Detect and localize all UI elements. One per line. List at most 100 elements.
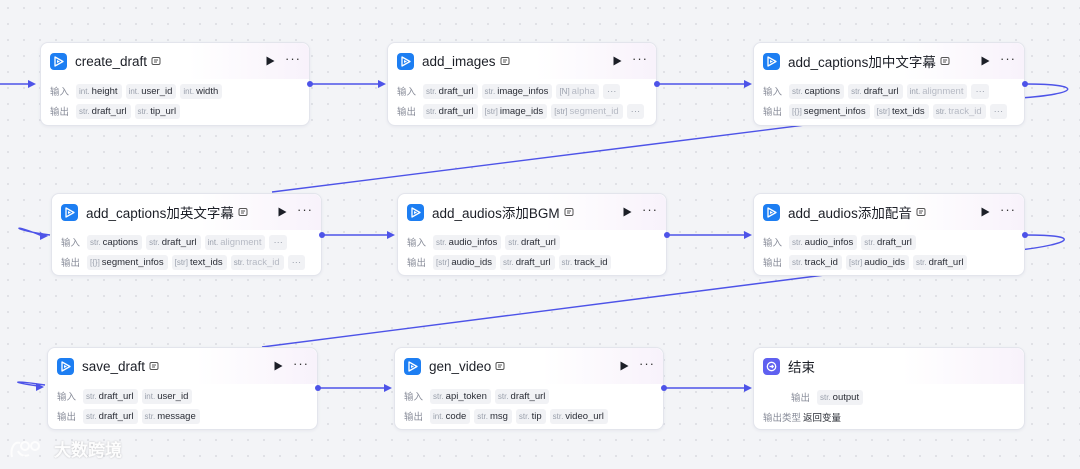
more-params-chip[interactable]: ··· [626, 103, 645, 119]
node-add-captions-en[interactable]: add_captions加英文字幕 ··· 输入 str. captions str. dr… [51, 193, 322, 276]
node-add-captions-cn[interactable]: add_captions加中文字幕 ··· 输入 str. captions str. dr… [753, 42, 1025, 126]
run-button[interactable] [620, 205, 634, 219]
node-add-audios-bgm[interactable]: add_audios添加BGM ··· 输入 str. audio_infos str. d… [397, 193, 667, 276]
end-icon [763, 357, 780, 375]
node-header: add_audios添加配音 ··· [754, 194, 1024, 230]
port-out[interactable] [315, 385, 321, 391]
param-name: segment_id [569, 105, 619, 117]
param-name: video_url [565, 410, 604, 422]
param-type: str. [79, 106, 90, 116]
param-type: str. [86, 391, 97, 401]
node-header: add_images ··· [388, 43, 656, 79]
port-out[interactable] [1022, 232, 1028, 238]
param-chip: [str] text_ids [873, 103, 929, 119]
more-params-chip[interactable]: ··· [989, 103, 1008, 119]
param-type: str. [552, 411, 564, 421]
input-row: 输入 str. captions str. draft_url int. alignment… [52, 232, 321, 252]
param-type: str. [792, 237, 803, 247]
param-name: draft_url [515, 256, 551, 268]
port-out[interactable] [664, 232, 670, 238]
node-save-draft[interactable]: save_draft ··· 输入 str. draft_url int. user_id 输… [47, 347, 318, 430]
more-button[interactable]: ··· [639, 357, 655, 373]
run-button[interactable] [978, 54, 992, 68]
plugin-icon [407, 203, 424, 221]
param-name: image_infos [497, 85, 549, 97]
node-end[interactable]: 结束 输出 str. output 输出类型 返回变量 [753, 347, 1025, 430]
param-type: [str] [848, 257, 863, 267]
watermark-logo-icon [10, 440, 40, 457]
arrowhead [36, 383, 44, 391]
param-chip: [str] text_ids [171, 254, 227, 270]
node-gen-video[interactable]: gen_video ··· 输入 str. api_token str. draft_url… [394, 347, 664, 430]
param-name: draft_url [928, 256, 964, 268]
param-chip: str. track_id [789, 254, 842, 270]
param-name: msg [489, 410, 508, 422]
param-name: alignment [220, 236, 262, 248]
param-type: str. [149, 237, 160, 247]
port-out[interactable] [1022, 81, 1028, 87]
param-chip: str. track_id [230, 254, 284, 270]
param-chip: [str] segment_id [551, 103, 623, 119]
param-chip: str. draft_url [423, 103, 478, 119]
cache-icon [149, 361, 159, 371]
run-button[interactable] [275, 205, 289, 219]
param-chip: int. alignment [906, 83, 968, 99]
node-add-images[interactable]: add_images ··· 输入 str. draft_url str. image_in… [387, 42, 657, 126]
param-type: str. [508, 237, 519, 247]
output-row-label: 输出 [61, 258, 81, 269]
output-row-label: 输出 [397, 107, 417, 118]
arrowhead [28, 80, 36, 88]
port-out[interactable] [319, 232, 325, 238]
param-name: draft_url [98, 410, 134, 422]
param-name: height [91, 85, 118, 97]
param-chip: int. width [180, 83, 223, 99]
param-name: track_id [574, 256, 608, 268]
more-params-chip[interactable]: ··· [287, 254, 306, 270]
node-title: add_captions加中文字幕 [788, 55, 936, 70]
more-button[interactable]: ··· [285, 52, 301, 68]
node-create-draft[interactable]: create_draft ··· 输入 int. height int. user_id in… [40, 42, 310, 126]
port-out[interactable] [661, 385, 667, 391]
param-type: [{}] [90, 257, 100, 267]
run-button[interactable] [610, 54, 624, 68]
more-button[interactable]: ··· [1000, 203, 1016, 219]
plugin-icon [763, 203, 780, 221]
output-type-value: 返回变量 [803, 413, 842, 424]
run-button[interactable] [263, 54, 277, 68]
param-type: str. [436, 237, 447, 247]
param-chip: int. alignment [204, 234, 266, 250]
run-button[interactable] [271, 359, 285, 373]
param-name: draft_url [520, 236, 556, 248]
more-params-chip[interactable]: ··· [971, 83, 989, 99]
run-button[interactable] [617, 359, 631, 373]
node-header: 结束 [754, 348, 1024, 384]
plugin-icon [57, 357, 74, 375]
param-chip: str. draft_url [76, 103, 131, 119]
param-type: int. [183, 86, 195, 96]
more-button[interactable]: ··· [1000, 52, 1016, 68]
plugin-icon [50, 52, 67, 70]
more-params-chip[interactable]: ··· [602, 83, 621, 99]
run-button[interactable] [978, 205, 992, 219]
param-name: code [445, 410, 467, 422]
output-row: 输出[{}] segment_infos [str] text_ids str. trac… [754, 101, 1024, 121]
more-params-chip[interactable]: ··· [269, 234, 287, 250]
port-out[interactable] [307, 81, 313, 87]
param-type: str. [915, 257, 927, 267]
output-type-row: 输出类型 返回变量 [754, 407, 1024, 427]
param-chip: [{}] segment_infos [87, 254, 168, 270]
more-button[interactable]: ··· [297, 203, 313, 219]
arrowhead [744, 231, 752, 239]
param-type: [str] [436, 257, 450, 267]
more-button[interactable]: ··· [632, 52, 648, 68]
param-type: [str] [554, 106, 568, 116]
more-button[interactable]: ··· [293, 357, 309, 373]
port-out[interactable] [654, 81, 660, 87]
param-name: audio_ids [864, 256, 905, 268]
param-type: str. [433, 391, 444, 401]
param-chip: str. draft_url [146, 234, 201, 250]
output-row-label: 输出 [404, 412, 424, 423]
node-add-audios-voice[interactable]: add_audios添加配音 ··· 输入 str. audio_infos str. dr… [753, 193, 1025, 276]
more-button[interactable]: ··· [642, 203, 658, 219]
param-type: str. [144, 411, 156, 421]
